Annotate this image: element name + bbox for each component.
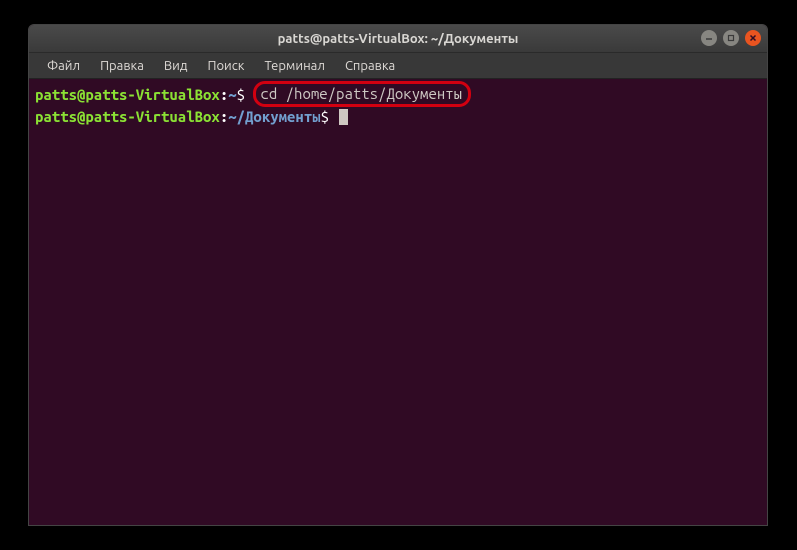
terminal-line-2: patts@patts-VirtualBox:~/Документы$ (35, 107, 761, 126)
terminal-window: patts@patts-VirtualBox: ~/Документы Файл… (28, 24, 768, 526)
prompt-path: ~/Документы (228, 107, 320, 126)
prompt-path: ~ (228, 85, 236, 104)
minimize-button[interactable] (701, 30, 717, 46)
window-controls (701, 30, 761, 46)
prompt-user: patts@patts-VirtualBox (35, 85, 220, 104)
menu-edit[interactable]: Правка (90, 55, 154, 77)
prompt-colon: : (220, 107, 228, 126)
prompt-dollar: $ (237, 85, 254, 104)
menu-help[interactable]: Справка (335, 55, 405, 77)
terminal-body[interactable]: patts@patts-VirtualBox:~$ cd /home/patts… (29, 79, 767, 525)
window-title: patts@patts-VirtualBox: ~/Документы (278, 32, 519, 46)
prompt-dollar: $ (321, 107, 338, 126)
menu-search[interactable]: Поиск (197, 55, 254, 77)
menu-terminal[interactable]: Терминал (254, 55, 334, 77)
prompt-user: patts@patts-VirtualBox (35, 107, 220, 126)
prompt-colon: : (220, 85, 228, 104)
menu-file[interactable]: Файл (37, 55, 90, 77)
close-button[interactable] (745, 30, 761, 46)
titlebar: patts@patts-VirtualBox: ~/Документы (29, 25, 767, 53)
highlight-annotation: cd /home/patts/Документы (253, 81, 471, 107)
command-text: cd /home/patts/Документы (260, 84, 462, 103)
menu-view[interactable]: Вид (154, 55, 198, 77)
cursor (339, 109, 348, 125)
maximize-button[interactable] (723, 30, 739, 46)
menubar: Файл Правка Вид Поиск Терминал Справка (29, 53, 767, 79)
terminal-line-1: patts@patts-VirtualBox:~$ cd /home/patts… (35, 81, 761, 107)
